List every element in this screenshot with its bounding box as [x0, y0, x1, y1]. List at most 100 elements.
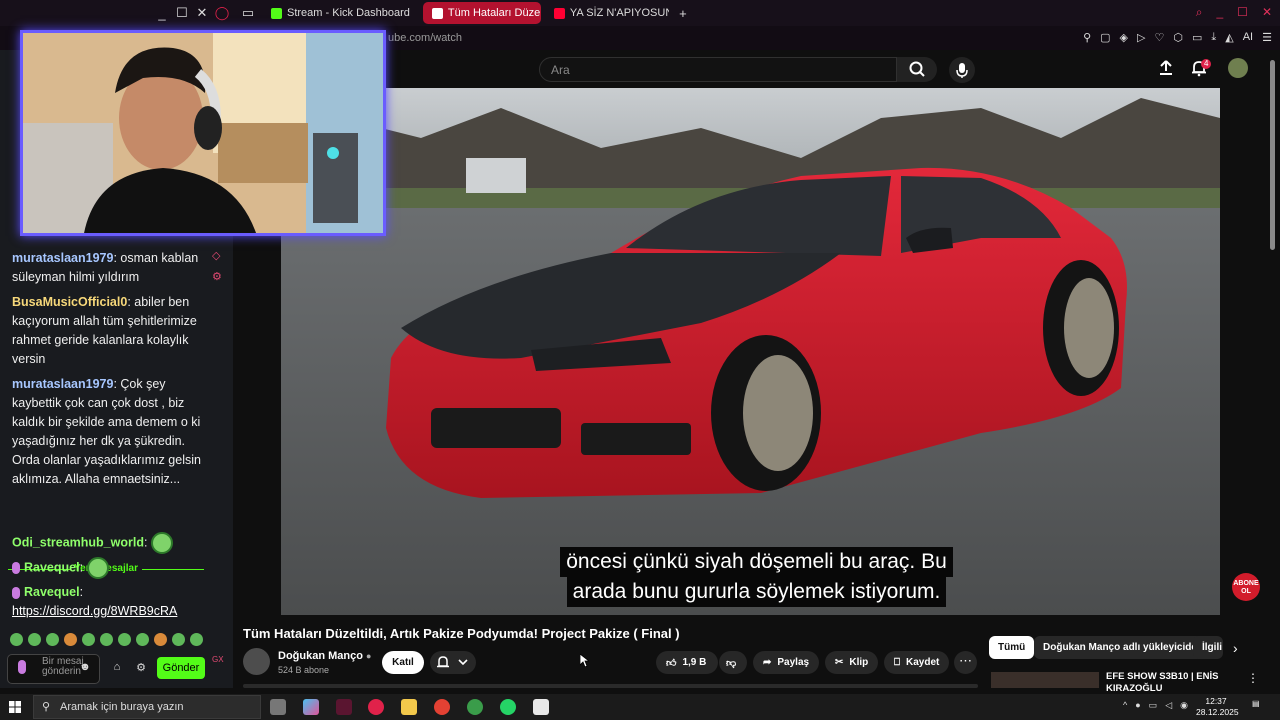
emote-icon[interactable]	[154, 633, 167, 646]
emote-icon[interactable]	[100, 633, 113, 646]
notification-center-icon[interactable]: ▤	[1252, 699, 1268, 713]
vertical-scrollbar[interactable]	[1270, 60, 1275, 250]
heart-icon[interactable]: ♡	[1154, 31, 1164, 44]
task-view-icon[interactable]	[270, 699, 286, 715]
app-icon-2[interactable]	[467, 699, 483, 715]
emote-icon[interactable]	[190, 633, 203, 646]
maximize-window-icon[interactable]: ☐	[1237, 5, 1248, 20]
url-text[interactable]: ube.com/watch	[388, 32, 462, 44]
whatsapp-icon[interactable]	[500, 699, 516, 715]
emote-icon[interactable]	[136, 633, 149, 646]
share-button[interactable]: ➦ Paylaş	[753, 651, 820, 674]
taskbar-search-input[interactable]: ⚲ Aramak için buraya yazın	[33, 695, 261, 719]
extensions-icon[interactable]: ⬡	[1173, 31, 1183, 44]
chevron-up-icon[interactable]: ^	[1123, 700, 1127, 711]
opera-icon[interactable]: ◯	[212, 5, 232, 21]
subscribe-watermark[interactable]: ABONE OL	[1232, 573, 1260, 601]
chat-username[interactable]: BusaMusicOfficial0	[12, 295, 127, 309]
search-input[interactable]: Ara	[539, 57, 897, 82]
windows-start-icon[interactable]	[9, 701, 21, 713]
minimize-window-icon[interactable]: _	[1216, 5, 1223, 20]
emote-icon[interactable]	[28, 633, 41, 646]
tab-kick-dashboard[interactable]: Stream - Kick Dashboard	[262, 2, 419, 24]
recommendation-title[interactable]: EFE SHOW S3B10 | ENİS KIRAZOĞLU	[1106, 671, 1226, 695]
mod-action-icon[interactable]: ◇	[212, 249, 220, 262]
more-actions-button[interactable]: ⋯	[954, 651, 977, 674]
kebab-menu-icon[interactable]: ⋮	[1247, 671, 1259, 685]
location-icon[interactable]: ◉	[1180, 700, 1188, 711]
play-icon[interactable]: ▷	[1137, 31, 1145, 44]
voice-search-button[interactable]	[949, 57, 975, 83]
dislike-button[interactable]: 👎︎	[719, 651, 747, 674]
maximize-icon[interactable]: ☐	[172, 5, 192, 21]
network-icon[interactable]: ▭	[1149, 700, 1158, 711]
chat-username[interactable]: Ravequel	[24, 560, 80, 574]
store-icon[interactable]: ⌂	[110, 661, 124, 675]
chat-username[interactable]: murataslaan1979	[12, 251, 113, 265]
tab-youtube-2[interactable]: YA SİZ N'APIYOSUNUZ! NE	[545, 2, 669, 24]
horizontal-scrollbar[interactable]	[243, 684, 978, 688]
chip-related[interactable]: İlgili	[1193, 636, 1223, 659]
emote-icon[interactable]	[172, 633, 185, 646]
shield-icon[interactable]: ◈	[1120, 31, 1128, 44]
search-tabs-icon[interactable]: ⌕	[1196, 5, 1203, 20]
mic-icon[interactable]: ●	[1135, 700, 1140, 711]
chat-username[interactable]: murataslaan1979	[12, 377, 113, 391]
tab-youtube-active[interactable]: Tüm Hataları Düzeltildi	[422, 2, 541, 24]
discord-link[interactable]: https://discord.gg/8WRB9cRA	[12, 604, 177, 618]
video-title: Tüm Hataları Düzeltildi, Artık Pakize Po…	[243, 626, 680, 641]
new-tab-button[interactable]: +	[673, 6, 693, 21]
notepad-icon[interactable]	[533, 699, 549, 715]
emote-icon[interactable]	[46, 633, 59, 646]
taskbar-clock[interactable]: 12:37 28.12.2025	[1196, 696, 1239, 718]
chip-uploader[interactable]: Doğukan Manço adlı yükleyiciden	[1034, 636, 1213, 659]
download-icon[interactable]: ⤓	[1211, 31, 1216, 44]
emoji-icon[interactable]: ☻	[78, 661, 92, 675]
snapshot-icon[interactable]: ▢	[1100, 31, 1110, 44]
menu-icon[interactable]: ☰	[1262, 31, 1272, 44]
emote-bar	[10, 633, 203, 646]
wallet-icon[interactable]: ▭	[1192, 31, 1202, 44]
recommendation-thumbnail[interactable]	[991, 672, 1099, 688]
app-icon[interactable]	[336, 699, 352, 715]
volume-icon[interactable]: ◁	[1165, 700, 1172, 711]
browser-tab-bar: _ ☐ ✕ ◯ ▭ Stream - Kick Dashboard Tüm Ha…	[0, 0, 1280, 26]
pin-icon[interactable]: ⚲	[1083, 31, 1091, 44]
like-button[interactable]: 👍︎ 1,9 B	[656, 651, 718, 674]
chat-settings-icon[interactable]: ⚙	[134, 661, 148, 675]
clip-button[interactable]: ✂ Klip	[825, 651, 879, 674]
search-button[interactable]	[897, 57, 937, 82]
save-button[interactable]: ⎕ Kaydet	[884, 651, 950, 674]
join-button[interactable]: Katıl	[382, 651, 424, 674]
channel-avatar[interactable]	[243, 648, 270, 675]
chevron-right-icon[interactable]: ›	[1233, 640, 1238, 656]
copilot-icon[interactable]	[303, 699, 319, 715]
system-tray: ^ ● ▭ ◁ ◉	[1123, 700, 1188, 711]
ai-label[interactable]: AI	[1243, 31, 1253, 44]
chat-message: murataslaan1979: Çok şey kaybettik çok c…	[12, 377, 201, 486]
close-window-icon[interactable]: ✕	[1262, 5, 1272, 20]
upload-icon[interactable]	[1157, 59, 1175, 77]
mic-icon[interactable]	[18, 660, 26, 674]
chat-username[interactable]: Ravequel	[24, 585, 80, 599]
tab-manager-icon[interactable]: ▭	[238, 5, 258, 21]
emote-icon[interactable]	[64, 633, 77, 646]
emote-icon[interactable]	[82, 633, 95, 646]
aria-icon[interactable]: ◭	[1225, 31, 1233, 44]
subscription-bell-button[interactable]	[430, 651, 476, 674]
file-explorer-icon[interactable]	[401, 699, 417, 715]
opera-gx-icon[interactable]	[368, 699, 384, 715]
emote-icon	[150, 532, 173, 554]
send-button[interactable]: Gönder	[157, 657, 205, 679]
video-player[interactable]	[281, 88, 1220, 615]
mod-settings-icon[interactable]: ⚙	[212, 270, 222, 283]
channel-name[interactable]: Doğukan Manço ●	[278, 650, 371, 662]
chip-all[interactable]: Tümü	[989, 636, 1035, 659]
minimize-icon[interactable]: _	[152, 6, 172, 21]
close-icon[interactable]: ✕	[192, 5, 212, 21]
emote-icon[interactable]	[10, 633, 23, 646]
chrome-icon[interactable]	[434, 699, 450, 715]
avatar[interactable]	[1228, 58, 1248, 78]
emote-icon[interactable]	[118, 633, 131, 646]
chat-username[interactable]: Odi_streamhub_world	[12, 535, 144, 549]
